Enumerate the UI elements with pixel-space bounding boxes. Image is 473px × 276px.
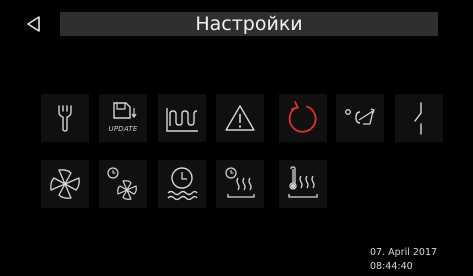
contact-switch-button[interactable] <box>395 94 443 142</box>
status-time: 08:44:40 <box>370 261 413 272</box>
status-date: 07. April 2017 <box>370 247 438 258</box>
heating-curve-icon <box>166 108 198 132</box>
fan-button[interactable] <box>41 160 89 208</box>
status-datetime: 07. April 2017 08:44:40 <box>370 246 437 274</box>
water-timer-button[interactable] <box>158 160 206 208</box>
back-button[interactable] <box>22 12 46 36</box>
warning-button[interactable] <box>216 94 264 142</box>
back-triangle-icon <box>27 16 40 32</box>
page-title-bar: Настройки <box>60 12 438 36</box>
update-label: UPDATE <box>108 125 138 133</box>
page-title: Настройки <box>195 13 303 35</box>
heating-curve-button[interactable] <box>158 94 206 142</box>
water-timer-icon <box>167 167 198 201</box>
fan-icon <box>50 169 80 199</box>
contact-switch-icon <box>414 102 422 135</box>
update-button[interactable]: UPDATE <box>99 94 147 142</box>
wrench-icon <box>58 105 72 132</box>
temperature-switch-button[interactable] <box>336 94 384 142</box>
heat-temperature-icon <box>288 166 318 198</box>
temperature-switch-icon <box>345 108 375 125</box>
heat-timer-button[interactable] <box>216 160 264 208</box>
heat-timer-icon <box>225 167 255 198</box>
warning-icon <box>225 105 255 131</box>
heat-temperature-button[interactable] <box>279 160 327 208</box>
reset-button[interactable] <box>279 94 327 142</box>
fan-timer-icon <box>107 167 137 200</box>
reset-icon <box>288 101 317 133</box>
fan-timer-button[interactable] <box>99 160 147 208</box>
top-bar: Настройки <box>0 0 473 50</box>
service-wrench-button[interactable] <box>41 94 89 142</box>
